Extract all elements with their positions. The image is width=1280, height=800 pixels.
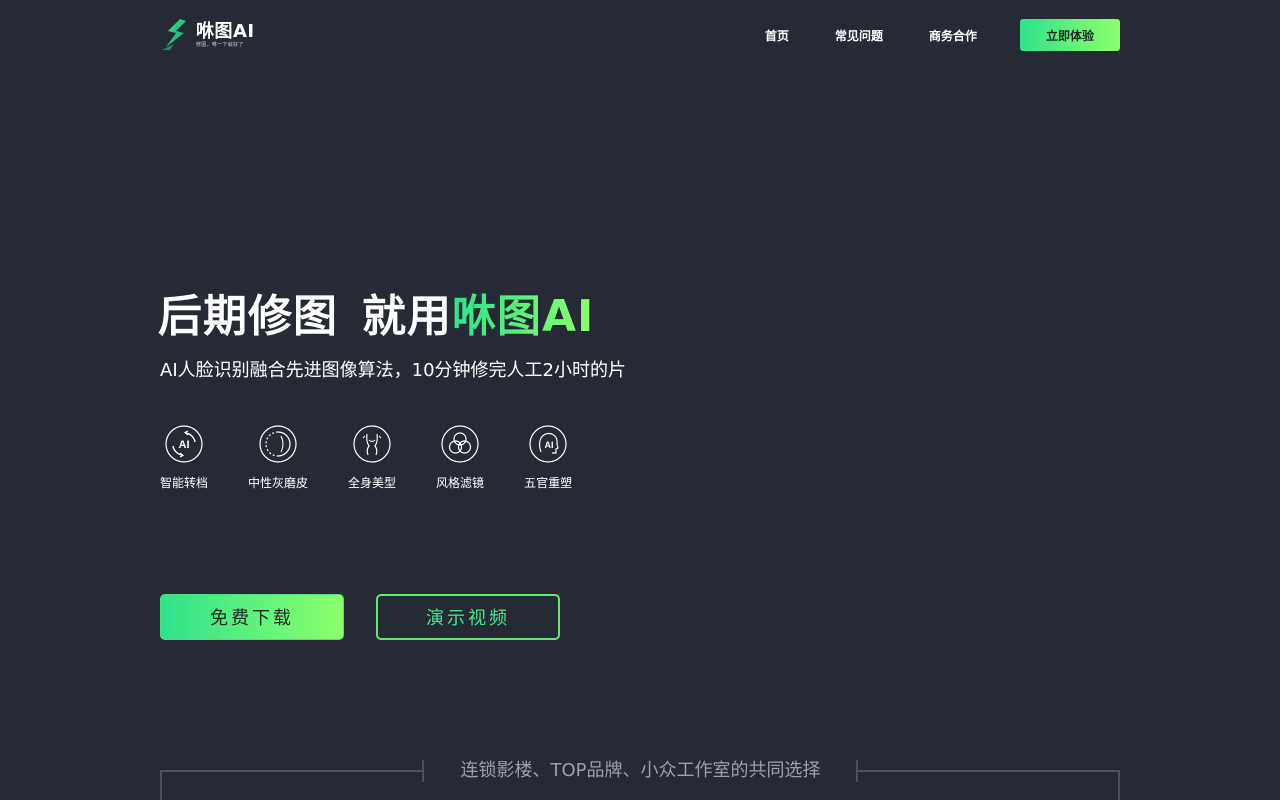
feature-label: 五官重塑	[524, 476, 573, 490]
lightning-logo-icon	[162, 19, 186, 50]
face-reshape-icon: AI	[529, 425, 567, 463]
brand-slogan: 修图，咻一下就好了	[196, 41, 244, 48]
feature-label: 中性灰磨皮	[248, 476, 309, 490]
try-now-button[interactable]: 立即体验	[1020, 19, 1120, 51]
main-nav: 首页 常见问题 商务合作 立即体验	[765, 19, 1120, 51]
demo-video-button[interactable]: 演示视频	[376, 594, 560, 640]
nav-item-home[interactable]: 首页	[765, 27, 789, 44]
free-download-button[interactable]: 免费下载	[160, 594, 344, 640]
feature-item-face-reshape: AI 五官重塑	[524, 424, 572, 491]
partners-title: 连锁影楼、TOP品牌、小众工作室的共同选择	[460, 760, 821, 781]
feature-label: 智能转档	[160, 476, 209, 490]
landing-page: 咻图AI 修图，咻一下就好了 首页 常见问题 商务合作 立即体验 后期修图 就用咻…	[0, 0, 1280, 800]
feature-label: 全身美型	[348, 476, 397, 490]
brand-logo[interactable]: 咻图AI 修图，咻一下就好了	[160, 17, 255, 53]
nav-item-faq[interactable]: 常见问题	[835, 27, 883, 44]
feature-item-ai-convert: AI 智能转档	[160, 424, 208, 491]
hero-title-prefix: 后期修图	[158, 291, 338, 342]
hero-title: 后期修图 就用咻图AI	[158, 287, 594, 347]
feature-list: AI 智能转档 中性灰磨皮 全身美型 风格滤镜 AI 五官重塑	[160, 424, 572, 491]
ai-convert-icon: AI	[165, 425, 203, 463]
svg-text:AI: AI	[179, 439, 190, 451]
skin-smoothing-icon	[259, 425, 297, 463]
feature-label: 风格滤镜	[436, 476, 485, 490]
hero-title-brand: 咻图AI	[452, 291, 595, 342]
style-filter-icon	[441, 425, 479, 463]
nav-item-business[interactable]: 商务合作	[929, 27, 977, 44]
feature-item-skin-smoothing: 中性灰磨皮	[248, 424, 308, 491]
feature-item-body-shaping: 全身美型	[348, 424, 396, 491]
svg-text:AI: AI	[545, 440, 554, 450]
body-shaping-icon	[353, 425, 391, 463]
brand-name: 咻图AI	[196, 20, 255, 42]
top-header: 咻图AI 修图，咻一下就好了 首页 常见问题 商务合作 立即体验	[160, 0, 1120, 70]
hero-subtitle: AI人脸识别融合先进图像算法，10分钟修完人工2小时的片	[160, 360, 626, 381]
hero-title-middle: 就用	[362, 291, 452, 342]
feature-item-style-filter: 风格滤镜	[436, 424, 484, 491]
